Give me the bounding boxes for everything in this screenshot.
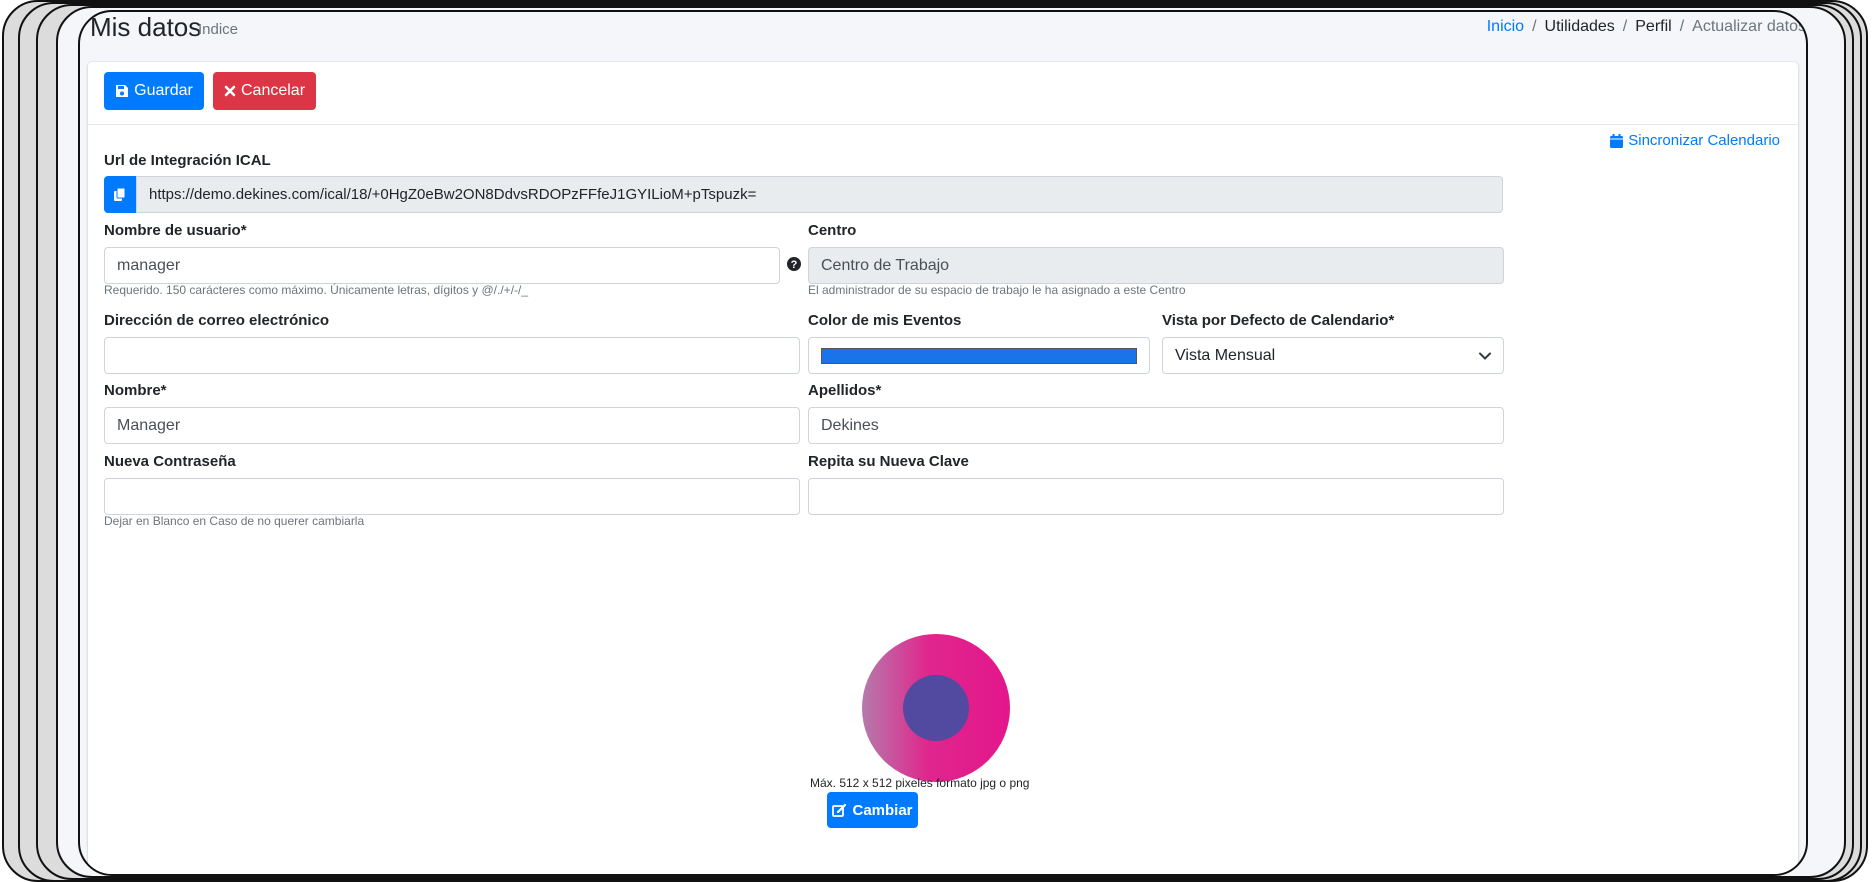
sync-calendar-label: Sincronizar Calendario (1628, 132, 1780, 149)
breadcrumb-actualizar: Actualizar datos (1692, 18, 1806, 35)
nombre-input[interactable]: Manager (104, 407, 800, 444)
save-icon (116, 85, 129, 97)
help-icon[interactable]: ? (786, 256, 802, 272)
nombre-label: Nombre* (104, 382, 167, 399)
username-help: Requerido. 150 carácteres como máximo. Ú… (104, 283, 529, 297)
chevron-down-icon (1479, 352, 1491, 360)
password-label: Nueva Contraseña (104, 453, 236, 470)
password-input[interactable] (104, 478, 800, 515)
edit-icon (832, 803, 847, 817)
page-subtitle: Indice (198, 21, 239, 38)
save-button[interactable]: Guardar (104, 72, 204, 110)
breadcrumb-perfil: Perfil (1635, 18, 1672, 35)
cancel-button-label: Cancelar (240, 82, 306, 99)
event-color-swatch (821, 347, 1137, 364)
email-input[interactable] (104, 337, 800, 374)
app-window: Mis datos Indice Inicio / Utilidades / Perfi… (78, 10, 1808, 876)
centro-help: El administrador de su espacio de trabaj… (808, 283, 1186, 297)
avatar-caption: Máx. 512 x 512 pixeles formato jpg o png (810, 776, 1030, 790)
breadcrumb: Inicio / Utilidades / Perfil / Actualizar dato… (1486, 18, 1806, 35)
centro-field: Centro de Trabajo (808, 247, 1504, 284)
save-button-label: Guardar (134, 82, 193, 99)
password-repeat-label: Repita su Nueva Clave (808, 453, 969, 470)
email-label: Dirección de correo electrónico (104, 312, 330, 329)
password-help: Dejar en Blanco en Caso de no querer cam… (104, 514, 365, 528)
card-header: Guardar Cancelar (88, 62, 1798, 125)
password-repeat-input[interactable] (808, 478, 1504, 515)
calendar-view-label: Vista por Defecto de Calendario* (1162, 312, 1395, 329)
apellidos-label: Apellidos* (808, 382, 882, 399)
close-icon (224, 85, 236, 97)
apellidos-input[interactable]: Dekines (808, 407, 1504, 444)
change-avatar-label: Cambiar (852, 801, 913, 819)
copy-icon (114, 187, 126, 201)
centro-label: Centro (808, 222, 857, 239)
avatar (862, 634, 1010, 782)
ical-label: Url de Integración ICAL (104, 152, 271, 169)
page-title: Mis datos (90, 12, 202, 42)
calendar-view-selected: Vista Mensual (1175, 346, 1276, 364)
breadcrumb-utilidades: Utilidades (1544, 18, 1615, 35)
sync-calendar-link[interactable]: Sincronizar Calendario (1610, 132, 1780, 149)
username-input[interactable]: manager (104, 247, 780, 284)
cancel-button[interactable]: Cancelar (213, 72, 316, 110)
calendar-view-select[interactable]: Vista Mensual (1162, 337, 1504, 374)
calendar-icon (1610, 133, 1624, 148)
username-label: Nombre de usuario* (104, 222, 247, 239)
event-color-picker[interactable] (808, 337, 1150, 374)
change-avatar-button[interactable]: Cambiar (827, 792, 918, 828)
avatar-inner (903, 675, 969, 741)
copy-button[interactable] (104, 176, 136, 213)
event-color-label: Color de mis Eventos (808, 312, 962, 329)
ical-url-field[interactable]: https://demo.dekines.com/ical/18/+0HgZ0e… (136, 176, 1503, 213)
breadcrumb-inicio[interactable]: Inicio (1487, 18, 1524, 35)
svg-text:?: ? (791, 259, 798, 271)
